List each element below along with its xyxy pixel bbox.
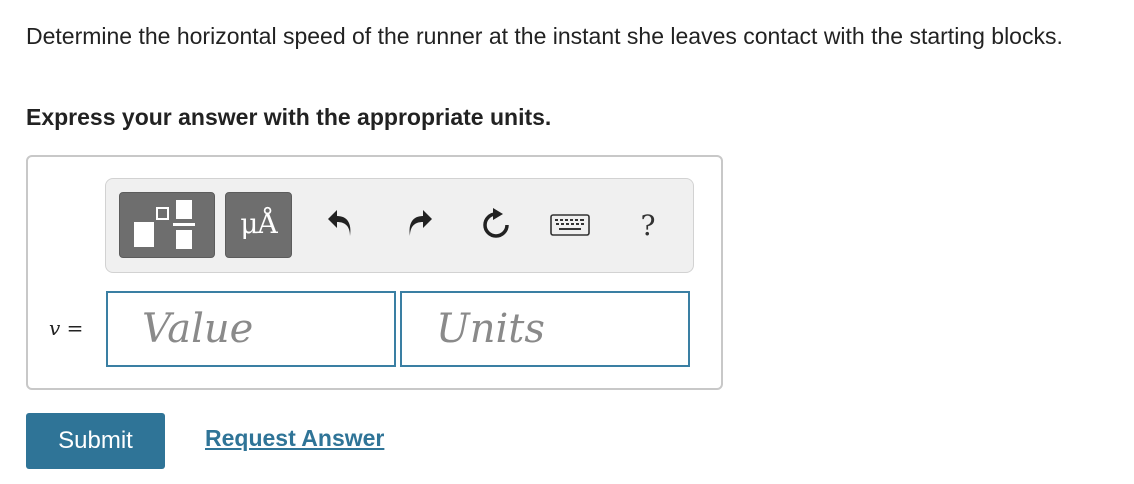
undo-button[interactable]: [321, 199, 361, 251]
variable-symbol: v: [49, 316, 61, 340]
undo-icon: [328, 210, 351, 236]
reset-icon: [483, 208, 509, 238]
answer-box: μÅ ? v = Value Units: [26, 155, 723, 390]
value-input[interactable]: [106, 291, 396, 367]
help-icon: ?: [640, 208, 656, 242]
units-input[interactable]: [400, 291, 690, 367]
submit-button[interactable]: Submit: [26, 413, 165, 469]
units-symbol: μÅ: [240, 207, 277, 240]
variable-label: v =: [49, 316, 83, 340]
keyboard-icon: [550, 214, 590, 236]
answer-instruction: Express your answer with the appropriate…: [26, 104, 552, 130]
question-text: Determine the horizontal speed of the ru…: [26, 23, 1063, 49]
keyboard-button[interactable]: [546, 199, 594, 251]
problem-page: Determine the horizontal speed of the ru…: [0, 0, 1134, 484]
templates-icon: [134, 200, 195, 249]
templates-button[interactable]: [119, 192, 215, 258]
help-button[interactable]: ?: [628, 199, 668, 251]
equals-sign: =: [60, 316, 84, 340]
math-toolbar: μÅ ?: [105, 178, 694, 273]
redo-icon: [409, 210, 432, 236]
request-answer-link[interactable]: Request Answer: [205, 425, 384, 452]
reset-button[interactable]: [476, 199, 516, 251]
units-button[interactable]: μÅ: [225, 192, 292, 258]
redo-button[interactable]: [399, 199, 439, 251]
